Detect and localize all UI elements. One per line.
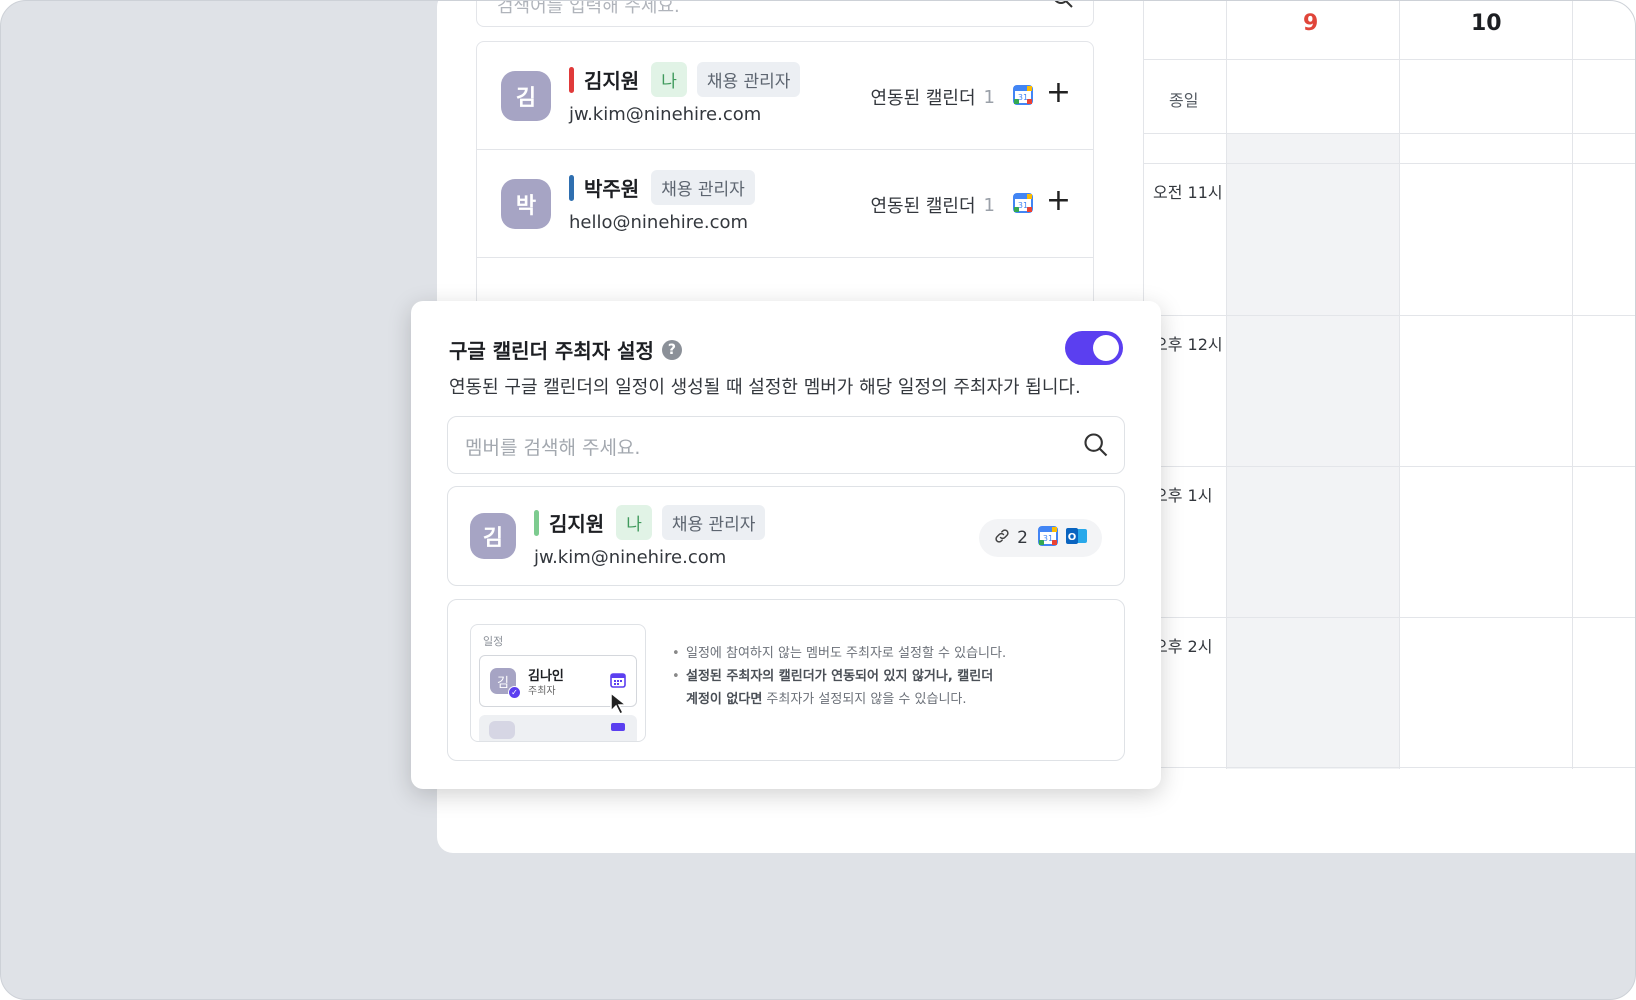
check-icon: ✓ [508, 686, 521, 699]
member-email: hello@ninehire.com [569, 212, 749, 233]
member-color-bar [569, 174, 574, 201]
linked-calendar-info: 연동된 캘린더 1 31 [870, 84, 1033, 110]
avatar: 박 [501, 179, 551, 229]
help-icon[interactable]: ? [661, 339, 682, 360]
note-item: 설정된 주최자의 캘린더가 연동되어 있지 않거나, 캘린더계정이 없다면 주최… [672, 665, 1006, 711]
svg-text:31: 31 [1043, 534, 1053, 543]
me-badge: 나 [651, 62, 687, 97]
popup-title-row: 구글 캘린더 주최자 설정 ? [449, 335, 682, 364]
avatar: 김 [501, 71, 551, 121]
cursor-icon [609, 691, 629, 721]
day-number[interactable]: 9 [1303, 11, 1318, 36]
role-badge: 채용 관리자 [696, 62, 801, 97]
member-color-bar [534, 509, 539, 536]
organizer-toggle[interactable] [1065, 331, 1123, 365]
today-column-shade [1226, 133, 1399, 769]
note-item: 일정에 참여하지 않는 멤버도 주최자로 설정할 수 있습니다. [672, 642, 1006, 665]
avatar: 김 [470, 513, 516, 559]
search-placeholder: 멤버를 검색해 주세요. [465, 437, 641, 459]
member-email: jw.kim@ninehire.com [534, 547, 727, 568]
back-search-placeholder: 검색어를 입력해 주세요. [497, 0, 680, 17]
google-calendar-icon: 31 [1038, 525, 1058, 551]
selected-member-card[interactable]: 김 김지원 나 채용 관리자 jw.kim@ninehire.com 2 31 … [447, 486, 1125, 586]
popup-title: 구글 캘린더 주최자 설정 [449, 339, 654, 363]
member-name-line: 김지원 나 채용 관리자 [534, 505, 775, 540]
time-label: 오전 11시 [1153, 183, 1223, 202]
info-notes: 일정에 참여하지 않는 멤버도 주최자로 설정할 수 있습니다. 설정된 주최자… [672, 642, 1006, 711]
search-icon[interactable] [1051, 1, 1075, 14]
member-name: 김지원 [584, 69, 640, 93]
preview-illustration: 일정 김 ✓ 김나인 주최자 [470, 624, 646, 742]
organizer-info-box: 일정 김 ✓ 김나인 주최자 일 [447, 599, 1125, 761]
calendar-icon [610, 672, 626, 692]
role-badge: 채용 관리자 [651, 170, 755, 205]
google-calendar-icon: 31 [1013, 84, 1033, 110]
time-label: 오후 2시 [1153, 637, 1213, 656]
member-email: jw.kim@ninehire.com [569, 104, 762, 125]
svg-text:31: 31 [1018, 201, 1028, 210]
link-icon [993, 527, 1011, 550]
member-color-bar [569, 66, 574, 93]
linked-calendar-count: 1 [983, 86, 995, 108]
svg-text:31: 31 [1018, 93, 1028, 102]
google-calendar-icon: 31 [1013, 192, 1033, 218]
linked-calendar-label: 연동된 캘린더 [870, 88, 976, 109]
linked-accounts-chip[interactable]: 2 31 O [979, 519, 1102, 557]
time-label: 오후 12시 [1153, 335, 1223, 354]
add-button[interactable]: + [1046, 78, 1071, 108]
link-count: 2 [1017, 528, 1028, 548]
member-row[interactable]: 김 김지원 나 채용 관리자 jw.kim@ninehire.com 연동된 캘… [477, 42, 1093, 150]
preview-label: 일정 [483, 635, 504, 648]
calendar-grid: 9 10 종일 오전 11시 오후 12시 오후 1시 오후 2시 [1143, 1, 1635, 771]
member-list: 김 김지원 나 채용 관리자 jw.kim@ninehire.com 연동된 캘… [476, 41, 1094, 321]
member-name: 김지원 [549, 512, 605, 536]
back-search-field[interactable]: 검색어를 입력해 주세요. [476, 0, 1094, 27]
search-icon[interactable] [1082, 431, 1110, 463]
calendar-icon [611, 723, 625, 731]
time-label: 오후 1시 [1153, 486, 1213, 505]
popup-description: 연동된 구글 캘린더의 일정이 생성될 때 설정한 멤버가 해당 일정의 주최자… [449, 377, 1081, 398]
all-day-label: 종일 [1169, 91, 1199, 110]
member-search-input[interactable]: 멤버를 검색해 주세요. [447, 416, 1125, 474]
outlook-icon: O [1066, 526, 1088, 551]
member-row[interactable]: 박 박주원 채용 관리자 hello@ninehire.com 연동된 캘린더 … [477, 150, 1093, 258]
linked-calendar-label: 연동된 캘린더 [870, 196, 976, 217]
linked-calendar-info: 연동된 캘린더 1 31 [870, 192, 1033, 218]
screen-frame: 검색어를 입력해 주세요. 김 김지원 나 채용 관리자 jw.kim@nine… [0, 0, 1636, 1000]
toggle-knob [1093, 335, 1119, 361]
member-name-line: 김지원 나 채용 관리자 [569, 62, 810, 97]
day-number[interactable]: 10 [1471, 11, 1502, 36]
member-name-line: 박주원 채용 관리자 [569, 170, 765, 205]
preview-role: 주최자 [528, 686, 556, 697]
me-badge: 나 [616, 505, 652, 540]
organizer-settings-popup: 구글 캘린더 주최자 설정 ? 연동된 구글 캘린더의 일정이 생성될 때 설정… [411, 301, 1161, 789]
linked-calendar-count: 1 [983, 194, 995, 216]
svg-text:O: O [1068, 532, 1077, 543]
role-badge: 채용 관리자 [661, 505, 766, 540]
member-name: 박주원 [584, 177, 640, 201]
add-button[interactable]: + [1046, 186, 1071, 216]
